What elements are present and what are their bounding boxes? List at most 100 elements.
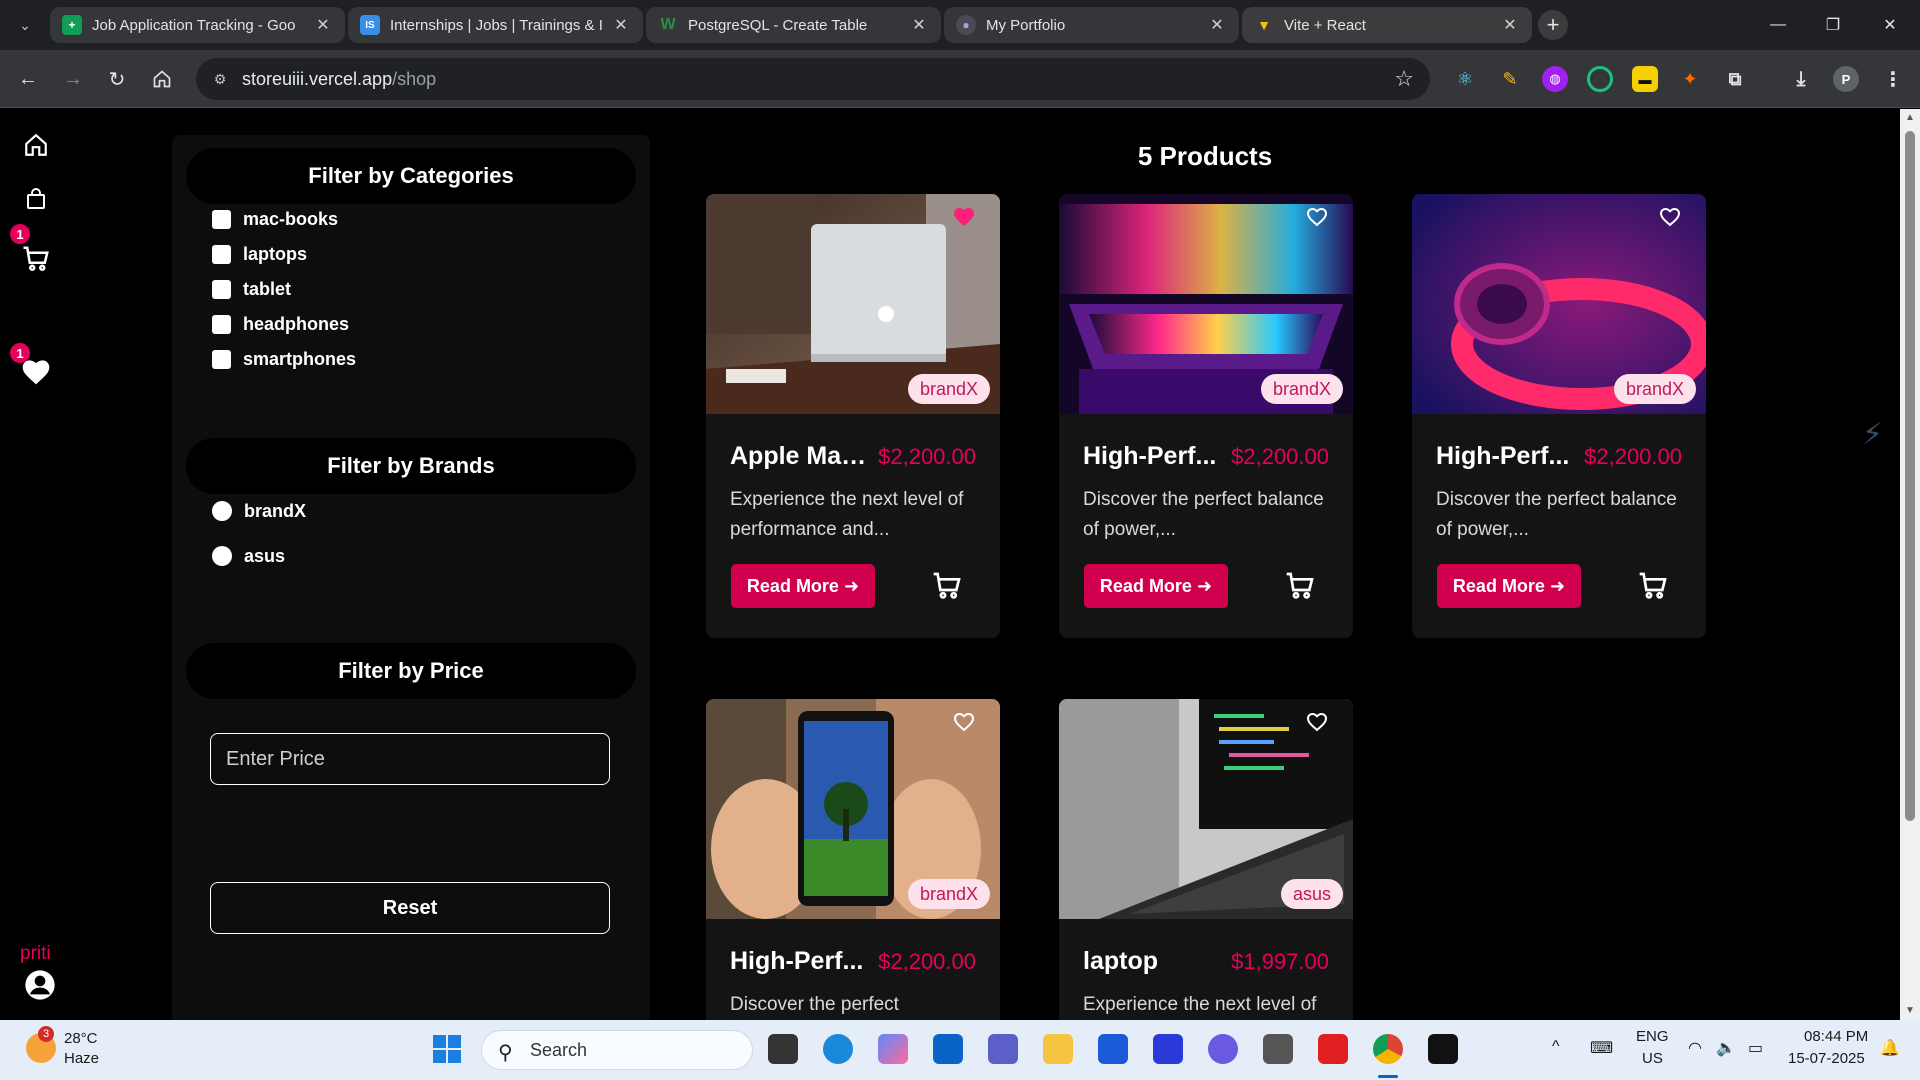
close-window-icon[interactable]: ✕ [1870, 10, 1910, 40]
outlook-icon[interactable] [933, 1034, 963, 1064]
copilot-icon[interactable] [878, 1034, 908, 1064]
checkbox[interactable] [212, 244, 231, 264]
pen-extension-icon[interactable]: ✎ [1497, 66, 1523, 92]
browser-menu-icon[interactable]: ⋮ [1880, 66, 1906, 92]
close-tab-icon[interactable]: ✕ [611, 15, 631, 35]
task-view-icon[interactable] [768, 1034, 798, 1064]
clock-time[interactable]: 08:44 PM [1804, 1028, 1868, 1045]
extension-green-ring-icon[interactable] [1587, 66, 1613, 92]
extension-purple-icon[interactable]: ◍ [1542, 66, 1568, 92]
home-nav-icon[interactable] [18, 127, 54, 163]
product-name: High-Perf... [730, 947, 864, 975]
arrow-right-icon: ➜ [1196, 575, 1213, 596]
tab-vite-react[interactable]: ▼ Vite + React ✕ [1242, 7, 1532, 43]
clock-date[interactable]: 15-07-2025 [1788, 1050, 1865, 1067]
reload-icon[interactable]: ↻ [101, 63, 133, 95]
brand-radio-asus[interactable]: asus [212, 544, 285, 568]
file-explorer-icon[interactable] [1043, 1034, 1073, 1064]
forward-icon[interactable]: → [57, 63, 89, 95]
close-tab-icon[interactable]: ✕ [313, 15, 333, 35]
category-checkbox-mac-books[interactable]: mac-books [212, 207, 338, 231]
battery-icon[interactable]: ▭ [1748, 1038, 1763, 1058]
tab-title: Internships | Jobs | Trainings & I [390, 16, 603, 34]
category-checkbox-headphones[interactable]: headphones [212, 312, 349, 336]
extension-orange-icon[interactable]: ✦ [1677, 66, 1703, 92]
wishlist-heart-outline-icon[interactable] [952, 709, 976, 733]
download-icon[interactable]: ⤓ [1788, 66, 1814, 92]
scroll-down-icon[interactable]: ▼ [1903, 1005, 1917, 1017]
edge-icon[interactable] [823, 1034, 853, 1064]
app-m-icon[interactable] [1263, 1034, 1293, 1064]
wifi-icon[interactable]: ◠ [1688, 1038, 1702, 1058]
close-tab-icon[interactable]: ✕ [1207, 15, 1227, 35]
profile-avatar[interactable]: P [1833, 66, 1859, 92]
checkbox[interactable] [212, 314, 231, 334]
read-more-button[interactable]: Read More ➜ [1084, 564, 1228, 608]
taskbar-search-box[interactable]: ⚲ Search [481, 1030, 753, 1070]
scroll-up-icon[interactable]: ▲ [1903, 112, 1917, 124]
category-checkbox-laptops[interactable]: laptops [212, 242, 307, 266]
windows-start-icon[interactable] [432, 1034, 462, 1064]
wishlist-heart-outline-icon[interactable] [1305, 709, 1329, 733]
teams-icon[interactable] [988, 1034, 1018, 1064]
user-avatar-icon[interactable] [22, 967, 58, 1003]
tab-internships[interactable]: IS Internships | Jobs | Trainings & I ✕ [348, 7, 643, 43]
tab-job-application-tracking[interactable]: + Job Application Tracking - Goo ✕ [50, 7, 345, 43]
radio[interactable] [212, 501, 232, 521]
extensions-puzzle-icon[interactable]: ⧉ [1722, 66, 1748, 92]
app-dark-icon[interactable] [1428, 1034, 1458, 1064]
add-to-cart-icon[interactable] [1284, 570, 1316, 602]
address-bar[interactable]: ⚙ storeuiii.vercel.app/shop ☆ [196, 58, 1430, 100]
microsoft-store-icon[interactable] [1098, 1034, 1128, 1064]
category-checkbox-smartphones[interactable]: smartphones [212, 347, 356, 371]
radio[interactable] [212, 546, 232, 566]
bookmark-star-icon[interactable]: ☆ [1394, 66, 1414, 92]
floating-widget-icon[interactable]: ⚡ [1862, 417, 1888, 457]
checkbox[interactable] [212, 279, 231, 299]
cart-nav-icon[interactable] [18, 241, 54, 277]
back-icon[interactable]: ← [12, 63, 44, 95]
tab-search-chevron-icon[interactable]: ⌄ [12, 12, 38, 38]
language-line1[interactable]: ENG [1636, 1028, 1669, 1045]
vscode-icon[interactable] [1153, 1034, 1183, 1064]
scrollbar-thumb[interactable] [1905, 131, 1915, 821]
product-name: High-Perf... [1083, 442, 1217, 470]
close-tab-icon[interactable]: ✕ [909, 15, 929, 35]
page-scrollbar[interactable]: ▲ ▼ [1900, 109, 1920, 1020]
wishlist-heart-outline-icon[interactable] [1305, 204, 1329, 228]
shop-bag-icon[interactable] [18, 181, 54, 217]
read-more-button[interactable]: Read More ➜ [1437, 564, 1581, 608]
reset-button[interactable]: Reset [210, 882, 610, 934]
youtube-icon[interactable] [1318, 1034, 1348, 1064]
language-line2[interactable]: US [1642, 1050, 1663, 1067]
chrome-icon[interactable] [1373, 1034, 1403, 1064]
tab-my-portfolio[interactable]: ● My Portfolio ✕ [944, 7, 1239, 43]
show-hidden-icons[interactable]: ^ [1552, 1038, 1560, 1056]
product-price: $2,200.00 [878, 949, 976, 974]
weather-temperature[interactable]: 28°C [64, 1030, 98, 1047]
weather-description[interactable]: Haze [64, 1050, 99, 1067]
add-to-cart-icon[interactable] [1637, 570, 1669, 602]
site-info-icon[interactable]: ⚙ [210, 69, 230, 89]
notification-bell-icon[interactable]: 🔔 [1880, 1038, 1900, 1058]
brand-radio-brandx[interactable]: brandX [212, 499, 306, 523]
new-tab-button[interactable]: + [1538, 10, 1568, 40]
checkbox[interactable] [212, 349, 231, 369]
price-input[interactable] [210, 733, 610, 785]
tab-postgresql[interactable]: W PostgreSQL - Create Table ✕ [646, 7, 941, 43]
category-checkbox-tablet[interactable]: tablet [212, 277, 291, 301]
wishlist-heart-outline-icon[interactable] [1658, 204, 1682, 228]
keyboard-icon[interactable]: ⌨ [1590, 1038, 1613, 1058]
restore-icon[interactable]: ❐ [1813, 10, 1853, 40]
volume-icon[interactable]: 🔈 [1716, 1038, 1736, 1058]
home-icon[interactable] [146, 63, 178, 95]
app-hex-icon[interactable] [1208, 1034, 1238, 1064]
read-more-button[interactable]: Read More ➜ [731, 564, 875, 608]
close-tab-icon[interactable]: ✕ [1500, 15, 1520, 35]
react-devtools-icon[interactable]: ⚛ [1452, 66, 1478, 92]
extension-yellow-icon[interactable]: ▬ [1632, 66, 1658, 92]
wishlist-heart-filled-icon[interactable] [952, 204, 976, 228]
checkbox[interactable] [212, 209, 231, 229]
minimize-icon[interactable]: — [1758, 10, 1798, 40]
add-to-cart-icon[interactable] [931, 570, 963, 602]
